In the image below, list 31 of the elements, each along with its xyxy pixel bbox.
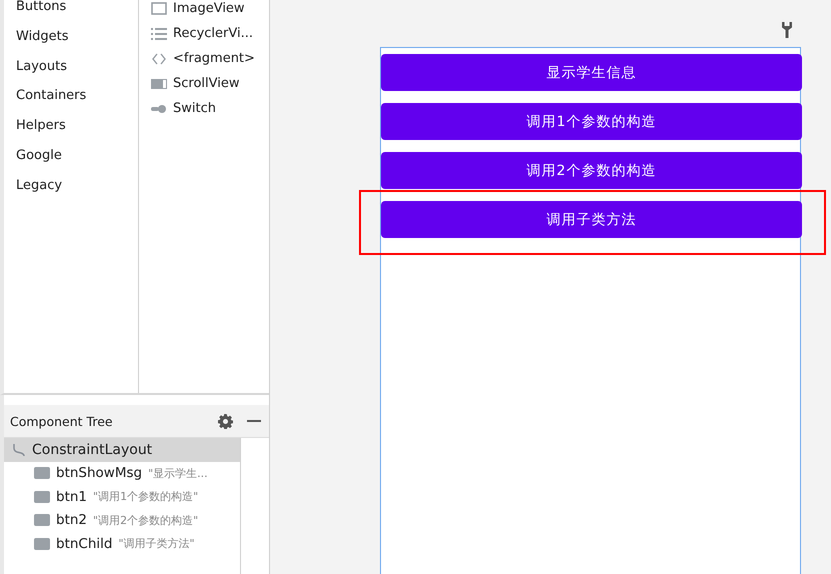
button-widget-icon	[34, 538, 50, 550]
palette-item[interactable]: ImageView	[173, 1, 245, 16]
wrench-icon[interactable]	[782, 22, 792, 38]
tree-item[interactable]: btn1 "调用1个参数的构造"	[4, 485, 240, 508]
palette-item[interactable]: Switch	[173, 101, 216, 116]
palette-category[interactable]: Widgets	[16, 26, 138, 56]
button-widget-icon	[34, 467, 50, 480]
tree-item[interactable]: btnChild "调用子类方法"	[4, 532, 240, 556]
palette-item[interactable]: ScrollView	[173, 76, 240, 91]
tree-item[interactable]: ConstraintLayout	[4, 438, 240, 462]
palette-category[interactable]: Google	[16, 144, 138, 175]
palette-item[interactable]: RecyclerVi...	[173, 26, 254, 41]
preview-button[interactable]: 显示学生信息	[381, 54, 802, 91]
panel-title: Component Tree	[10, 414, 114, 428]
preview-button[interactable]: 调用2个参数的构造	[381, 152, 802, 189]
button-widget-icon	[34, 514, 50, 526]
preview-button[interactable]: 调用1个参数的构造	[381, 103, 802, 140]
tree-item[interactable]: btn2 "调用2个参数的构造"	[4, 508, 240, 532]
image-icon	[151, 0, 167, 16]
palette-category[interactable]: Legacy	[16, 174, 138, 205]
palette-category[interactable]: Layouts	[16, 56, 138, 86]
settings-icon[interactable]	[218, 414, 233, 428]
palette-category[interactable]: Buttons	[16, 0, 138, 26]
tree-item[interactable]: btnShowMsg "显示学生...	[4, 462, 240, 485]
preview-button[interactable]: 调用子类方法	[381, 201, 802, 238]
list-icon	[151, 26, 167, 42]
palette-item[interactable]: <fragment>	[173, 51, 255, 66]
constraint-icon	[12, 442, 26, 457]
button-widget-icon	[34, 490, 50, 503]
palette-category[interactable]: Containers	[16, 85, 138, 116]
palette-category[interactable]: Helpers	[16, 115, 138, 145]
